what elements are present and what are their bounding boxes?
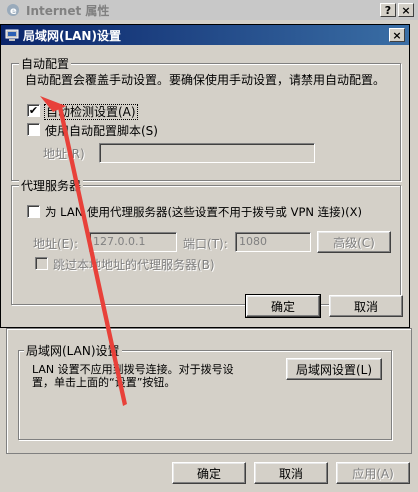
proxy-address-input[interactable]: 127.0.0.1 [89,232,177,252]
bypass-local-checkbox[interactable] [35,257,48,270]
outer-lan-desc-line2: 置，单击上面的“设置”按钮。 [32,376,176,389]
lan-cancel-button[interactable]: 取消 [329,295,403,317]
proxy-advanced-button[interactable]: 高级(C) [317,231,391,253]
lan-close-icon: × [392,28,402,42]
lan-cancel-label: 取消 [353,299,378,314]
lan-title-bar: 局域网(LAN)设置 [1,25,409,45]
outer-lan-description: LAN 设置不应用到拨号连接。对于拨号设 置，单击上面的“设置”按钮。 [32,363,234,389]
outer-cancel-button[interactable]: 取消 [254,462,328,484]
outer-close-button[interactable]: × [398,3,414,17]
close-icon: × [401,3,411,17]
bypass-local-label[interactable]: 跳过本地地址的代理服务器(B) [53,256,215,273]
network-icon [5,29,19,41]
lan-ok-label: 确定 [270,299,295,314]
help-icon: ? [384,3,392,17]
checkmark-icon: ✔ [28,104,39,117]
use-script-label[interactable]: 使用自动配置脚本(S) [45,122,158,139]
outer-lan-group-label: 局域网(LAN)设置 [24,342,122,359]
outer-cancel-label: 取消 [278,466,303,481]
outer-apply-label: 应用(A) [352,466,394,481]
outer-ok-button[interactable]: 确定 [172,462,246,484]
proxy-group-label: 代理服务器 [19,177,84,194]
auto-detect-label-text: 自动检测设置(A) [44,104,138,120]
use-proxy-label[interactable]: 为 LAN 使用代理服务器(这些设置不用于拨号或 VPN 连接)(X) [45,204,362,220]
auto-detect-label[interactable]: 自动检测设置(A) [44,103,138,120]
script-address-input[interactable] [99,143,315,163]
lan-close-button[interactable]: × [389,28,405,42]
auto-config-group-label: 自动配置 [19,55,72,72]
ie-icon: e [7,4,19,17]
outer-title-bar: e Internet 属性 [0,0,418,20]
outer-ok-label: 确定 [196,466,221,481]
proxy-port-label: 端口(T): [183,237,228,251]
svg-text:e: e [10,6,17,17]
lan-settings-button-label: 局域网设置(L) [295,362,373,377]
lan-settings-button[interactable]: 局域网设置(L) [286,358,382,380]
script-address-label: 地址(R) [43,147,85,161]
lan-ok-button[interactable]: 确定 [245,294,321,318]
lan-title: 局域网(LAN)设置 [23,28,121,43]
outer-title: Internet 属性 [26,3,110,18]
help-button[interactable]: ? [380,3,396,17]
proxy-port-input[interactable]: 1080 [235,232,311,252]
outer-apply-button[interactable]: 应用(A) [336,462,410,484]
proxy-address-label: 地址(E): [33,237,78,251]
auto-detect-checkbox[interactable]: ✔ [27,104,40,117]
outer-lan-desc-line1: LAN 设置不应用到拨号连接。对于拨号设 [32,363,234,376]
use-proxy-checkbox[interactable] [27,205,40,218]
auto-config-description: 自动配置会覆盖手动设置。要确保使用手动设置，请禁用自动配置。 [25,73,386,87]
use-script-checkbox[interactable] [27,123,40,136]
proxy-advanced-label: 高级(C) [333,235,375,250]
lan-settings-dialog: 局域网(LAN)设置 × 自动配置 自动配置会覆盖手动设置。要确保使用手动设置，… [0,24,410,328]
